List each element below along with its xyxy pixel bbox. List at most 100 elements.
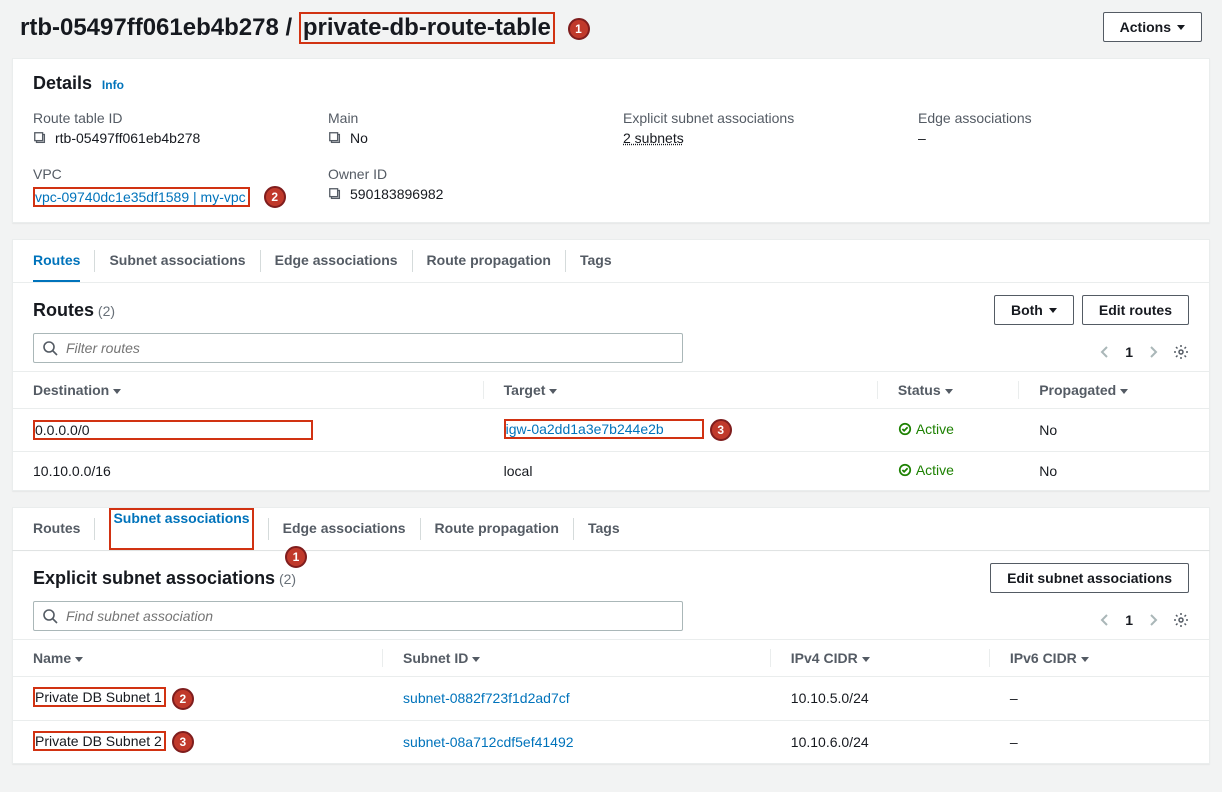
subnet-name: Private DB Subnet 23 xyxy=(13,720,383,763)
explicit-label: Explicit subnet associations xyxy=(623,110,894,126)
subnet-id[interactable]: subnet-08a712cdf5ef41492 xyxy=(383,720,771,763)
route-status: Active xyxy=(878,409,1019,452)
route-table-id-label: Route table ID xyxy=(33,110,304,126)
col-target[interactable]: Target xyxy=(484,372,878,409)
route-destination: 10.10.0.0/16 xyxy=(13,452,484,491)
tab-route-propagation[interactable]: Route propagation xyxy=(427,240,551,282)
routes-panel: Routes (2) Both Edit routes 1 xyxy=(12,282,1210,491)
route-propagated: No xyxy=(1019,409,1209,452)
chevron-right-icon[interactable] xyxy=(1145,344,1161,360)
sort-icon xyxy=(472,657,480,662)
table-row: Private DB Subnet 12 subnet-0882f723f1d2… xyxy=(13,677,1209,720)
col-propagated[interactable]: Propagated xyxy=(1019,372,1209,409)
col-ipv4[interactable]: IPv4 CIDR xyxy=(771,640,990,677)
route-status: Active xyxy=(878,452,1019,491)
routes-page-num: 1 xyxy=(1125,344,1133,360)
route-table-id-value: rtb-05497ff061eb4b278 xyxy=(55,130,200,146)
route-destination: 0.0.0.0/0 xyxy=(13,409,484,452)
chevron-right-icon[interactable] xyxy=(1145,612,1161,628)
col-subnet-id[interactable]: Subnet ID xyxy=(383,640,771,677)
col-name[interactable]: Name xyxy=(13,640,383,677)
sort-icon xyxy=(945,389,953,394)
explicit-value[interactable]: 2 subnets xyxy=(623,130,684,146)
sort-icon xyxy=(1081,657,1089,662)
main-value: No xyxy=(350,130,368,146)
routes-both-button[interactable]: Both xyxy=(994,295,1074,325)
subnet-ipv4: 10.10.6.0/24 xyxy=(771,720,990,763)
col-ipv6[interactable]: IPv6 CIDR xyxy=(990,640,1209,677)
tab-edge-associations-2[interactable]: Edge associations xyxy=(283,508,406,550)
details-panel: Details Info Route table ID rtb-05497ff0… xyxy=(12,58,1210,223)
subnet-page-num: 1 xyxy=(1125,612,1133,628)
tab-edge-associations[interactable]: Edge associations xyxy=(275,240,398,282)
sort-icon xyxy=(75,657,83,662)
vpc-label: VPC xyxy=(33,166,304,182)
annotation-2: 2 xyxy=(264,186,286,208)
actions-label: Actions xyxy=(1120,19,1171,35)
page-title: rtb-05497ff061eb4b278 / private-db-route… xyxy=(20,12,590,44)
tab-subnet-associations-2[interactable]: Subnet associations xyxy=(109,508,253,550)
edit-routes-button[interactable]: Edit routes xyxy=(1082,295,1189,325)
details-heading: Details xyxy=(33,73,92,93)
subnet-ipv6: – xyxy=(990,720,1209,763)
gear-icon[interactable] xyxy=(1173,344,1189,360)
table-row: Private DB Subnet 23 subnet-08a712cdf5ef… xyxy=(13,720,1209,763)
gear-icon[interactable] xyxy=(1173,612,1189,628)
table-row: 10.10.0.0/16 local Active No xyxy=(13,452,1209,491)
tab-subnet-associations[interactable]: Subnet associations xyxy=(109,240,245,282)
table-row: 0.0.0.0/0 igw-0a2dd1a3e7b244e2b3 Active … xyxy=(13,409,1209,452)
edit-subnet-associations-button[interactable]: Edit subnet associations xyxy=(990,563,1189,593)
subnet-name: Private DB Subnet 12 xyxy=(13,677,383,720)
copy-icon[interactable] xyxy=(33,131,47,145)
page-title-prefix: rtb-05497ff061eb4b278 / xyxy=(20,14,299,41)
subnet-filter-input[interactable] xyxy=(66,608,674,624)
owner-value: 590183896982 xyxy=(350,186,443,202)
main-label: Main xyxy=(328,110,599,126)
chevron-left-icon[interactable] xyxy=(1097,612,1113,628)
subnet-id[interactable]: subnet-0882f723f1d2ad7cf xyxy=(383,677,771,720)
search-icon xyxy=(42,608,58,624)
subnet-heading: Explicit subnet associations xyxy=(33,568,275,588)
subnet-table: Name Subnet ID IPv4 CIDR IPv6 CIDR Priva… xyxy=(13,639,1209,763)
owner-label: Owner ID xyxy=(328,166,599,182)
routes-both-label: Both xyxy=(1011,302,1043,318)
sort-icon xyxy=(1120,389,1128,394)
col-status[interactable]: Status xyxy=(878,372,1019,409)
annotation-3: 3 xyxy=(172,731,194,753)
chevron-down-icon xyxy=(1049,308,1057,313)
edge-label: Edge associations xyxy=(918,110,1189,126)
copy-icon[interactable] xyxy=(328,187,342,201)
route-target: local xyxy=(484,452,878,491)
routes-count: (2) xyxy=(98,303,115,319)
page-title-name: private-db-route-table xyxy=(299,12,555,44)
tab-route-propagation-2[interactable]: Route propagation xyxy=(435,508,559,550)
route-propagated: No xyxy=(1019,452,1209,491)
chevron-left-icon[interactable] xyxy=(1097,344,1113,360)
tab-tags-2[interactable]: Tags xyxy=(588,508,620,550)
vpc-link[interactable]: vpc-09740dc1e35df1589 | my-vpc xyxy=(35,189,246,205)
routes-table: Destination Target Status Propagated 0.0… xyxy=(13,371,1209,490)
annotation-3: 3 xyxy=(710,419,732,441)
tab-routes-2[interactable]: Routes xyxy=(33,508,80,550)
routes-filter-input[interactable] xyxy=(66,340,674,356)
routes-heading: Routes xyxy=(33,300,94,320)
subnet-ipv4: 10.10.5.0/24 xyxy=(771,677,990,720)
subnet-count: (2) xyxy=(279,571,296,587)
subnet-assoc-panel: Explicit subnet associations (2) Edit su… xyxy=(12,550,1210,764)
tab-routes[interactable]: Routes xyxy=(33,240,80,282)
annotation-1: 1 xyxy=(568,18,590,40)
annotation-2: 2 xyxy=(172,688,194,710)
sort-icon xyxy=(862,657,870,662)
copy-icon[interactable] xyxy=(328,131,342,145)
tab-tags[interactable]: Tags xyxy=(580,240,612,282)
route-target[interactable]: igw-0a2dd1a3e7b244e2b3 xyxy=(484,409,878,452)
col-destination[interactable]: Destination xyxy=(13,372,484,409)
details-info-link[interactable]: Info xyxy=(102,78,124,92)
search-icon xyxy=(42,340,58,356)
chevron-down-icon xyxy=(1177,25,1185,30)
edge-value: – xyxy=(918,130,1189,146)
actions-button[interactable]: Actions xyxy=(1103,12,1202,42)
sort-icon xyxy=(549,389,557,394)
sort-icon xyxy=(113,389,121,394)
subnet-ipv6: – xyxy=(990,677,1209,720)
